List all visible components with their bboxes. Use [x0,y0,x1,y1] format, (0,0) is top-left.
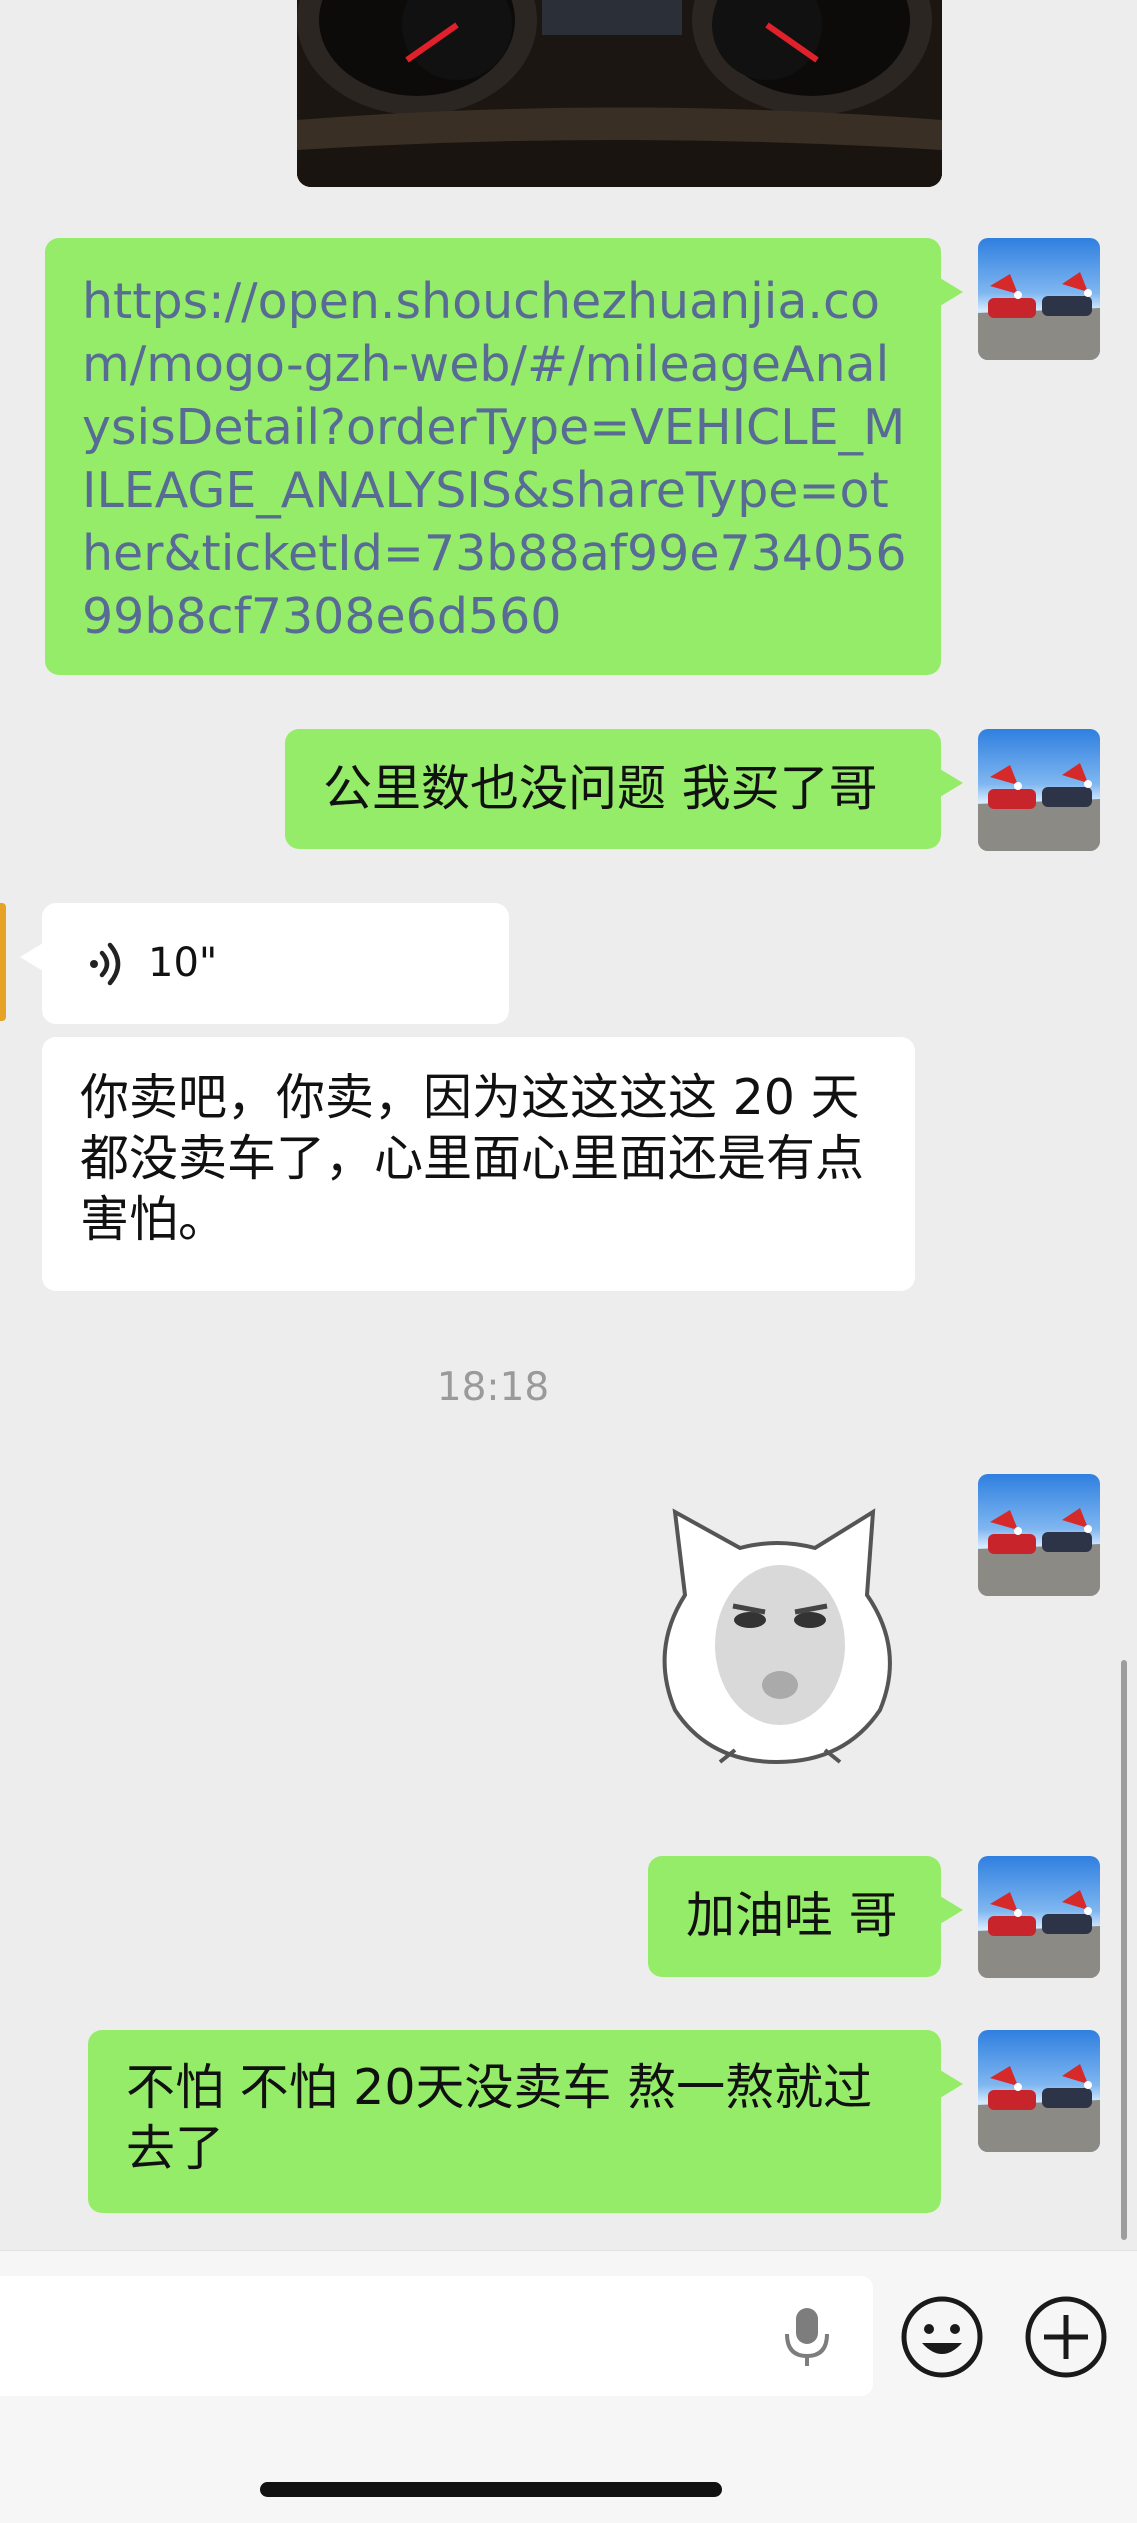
contact-avatar[interactable] [0,903,6,1021]
voice-wave-icon [90,942,121,985]
message-input[interactable] [0,2276,873,2396]
avatar[interactable] [978,238,1100,360]
avatar[interactable] [978,1474,1100,1596]
sent-message-bubble[interactable]: 不怕 不怕 20天没卖车 熬一熬就过去了 [88,2030,963,2213]
avatar[interactable] [978,1856,1100,1978]
message-text: 不怕 不怕 20天没卖车 熬一熬就过去了 [126,2059,873,2177]
sent-message-bubble[interactable]: 公里数也没问题 我买了哥 [285,729,963,849]
avatar[interactable] [978,2030,1100,2152]
link-message-bubble[interactable]: https://open.shouchezhuanjia.com/mogo-gz… [45,238,963,675]
received-message-bubble[interactable]: 你卖吧，你卖，因为这这这这 20 天都没卖车了，心里面心里面还是有点害怕。 [42,1037,915,1291]
link-text[interactable]: https://open.shouchezhuanjia.com/mogo-gz… [82,270,909,648]
timestamp: 18:18 [436,1365,550,1410]
plus-icon[interactable] [1024,2295,1108,2379]
voice-message-bubble[interactable]: 10" [20,903,509,1024]
scrollbar[interactable] [1121,1660,1127,2240]
message-text: 加油哇 哥 [686,1887,898,1944]
message-text: 你卖吧，你卖，因为这这这这 20 天都没卖车了，心里面心里面还是有点害怕。 [80,1069,865,1248]
emoji-icon[interactable] [900,2295,984,2379]
dashboard-photo[interactable] [297,0,942,187]
microphone-icon[interactable] [779,2304,835,2368]
avatar[interactable] [978,729,1100,851]
message-text: 公里数也没问题 我买了哥 [323,760,878,817]
home-indicator[interactable] [260,2482,722,2497]
voice-duration: 10" [148,940,218,986]
sticker-image[interactable] [645,1500,910,1770]
sent-message-bubble[interactable]: 加油哇 哥 [648,1856,963,1977]
